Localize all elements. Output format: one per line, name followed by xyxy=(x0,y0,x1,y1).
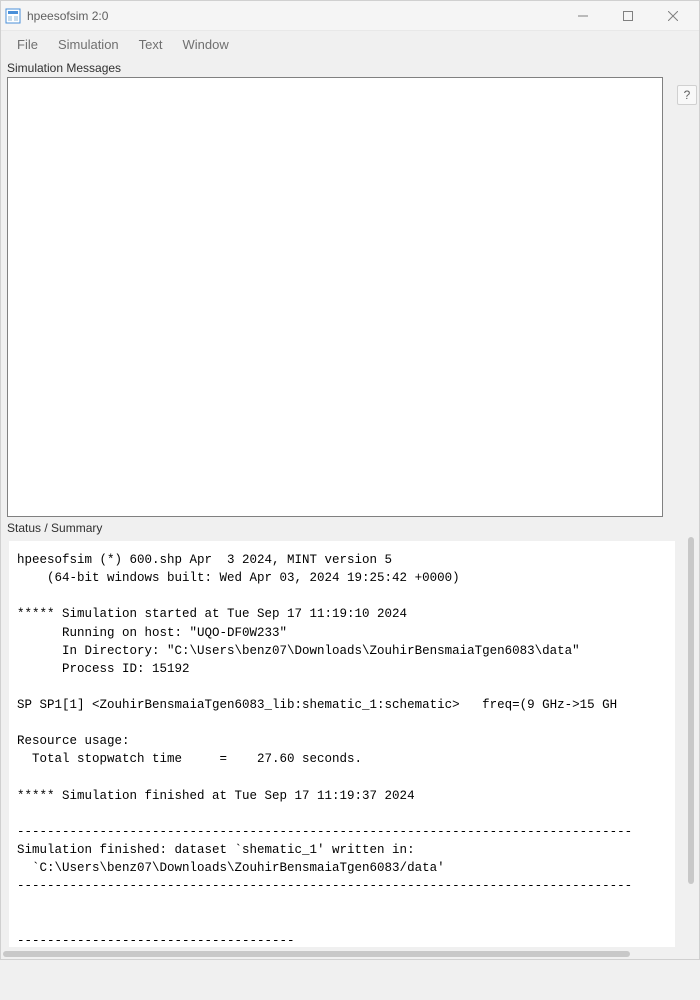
window-title: hpeesofsim 2:0 xyxy=(27,9,560,23)
titlebar: hpeesofsim 2:0 xyxy=(1,1,699,31)
minimize-button[interactable] xyxy=(560,1,605,31)
maximize-button[interactable] xyxy=(605,1,650,31)
status-section-label: Status / Summary xyxy=(1,517,699,537)
window-controls xyxy=(560,1,695,31)
menu-text[interactable]: Text xyxy=(129,34,173,55)
app-window: hpeesofsim 2:0 File Simulation Text Wind… xyxy=(0,0,700,960)
close-button[interactable] xyxy=(650,1,695,31)
status-summary-container: hpeesofsim (*) 600.shp Apr 3 2024, MINT … xyxy=(1,537,699,959)
menubar: File Simulation Text Window xyxy=(1,31,699,57)
horizontal-scrollbar[interactable] xyxy=(3,949,685,959)
help-button[interactable]: ? xyxy=(677,85,697,105)
status-summary-output[interactable]: hpeesofsim (*) 600.shp Apr 3 2024, MINT … xyxy=(9,541,675,947)
horizontal-scrollbar-thumb[interactable] xyxy=(3,951,630,957)
simulation-messages-textarea[interactable] xyxy=(7,77,663,517)
vertical-scrollbar[interactable] xyxy=(687,537,695,945)
menu-window[interactable]: Window xyxy=(173,34,239,55)
vertical-scrollbar-thumb[interactable] xyxy=(688,537,694,884)
messages-section-label: Simulation Messages xyxy=(1,57,699,77)
menu-simulation[interactable]: Simulation xyxy=(48,34,129,55)
menu-file[interactable]: File xyxy=(7,34,48,55)
app-icon xyxy=(5,8,21,24)
